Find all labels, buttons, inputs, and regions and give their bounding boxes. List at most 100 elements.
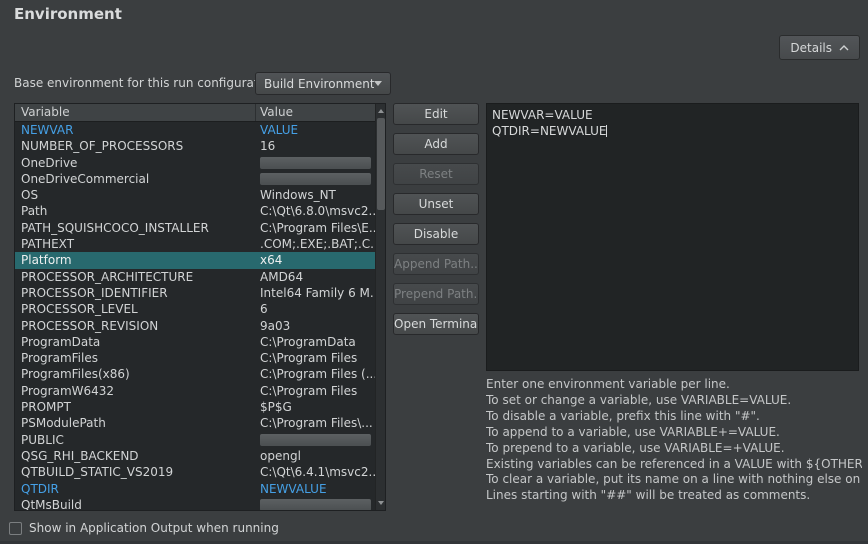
value-cell: C:\Program Files\... <box>256 415 375 431</box>
value-cell <box>256 432 375 448</box>
variable-cell: QTBUILD_STATIC_VS2019 <box>15 464 256 480</box>
table-row[interactable]: ProgramW6432C:\Program Files <box>15 383 375 399</box>
table-header: Variable Value <box>15 104 385 122</box>
variable-cell: PROCESSOR_LEVEL <box>15 301 256 317</box>
details-label: Details <box>790 41 832 55</box>
show-in-output-checkbox[interactable] <box>9 522 22 535</box>
value-cell: C:\Qt\6.4.1\msvc2... <box>256 464 375 480</box>
base-environment-select[interactable]: Build Environment <box>255 72 391 95</box>
variable-cell: QTDIR <box>15 481 256 497</box>
variable-cell: QtMsBuild <box>15 497 256 510</box>
editor-line: NEWVAR=VALUE <box>492 107 853 123</box>
unset-button[interactable]: Unset <box>393 193 479 215</box>
value-cell: C:\Program Files (... <box>256 366 375 382</box>
table-row[interactable]: NEWVARVALUE <box>15 122 375 138</box>
variable-cell: Platform <box>15 252 256 268</box>
help-line: To clear a variable, put its name on a l… <box>486 472 862 488</box>
disable-button[interactable]: Disable <box>393 223 479 245</box>
value-cell <box>256 155 375 171</box>
page-title: Environment <box>14 5 122 23</box>
empty-value-bar <box>260 499 371 510</box>
base-environment-label: Base environment for this run configurat… <box>14 72 281 95</box>
empty-value-bar <box>260 173 371 185</box>
table-row[interactable]: NUMBER_OF_PROCESSORS16 <box>15 138 375 154</box>
edit-button[interactable]: Edit <box>393 103 479 125</box>
variable-cell: ProgramFiles(x86) <box>15 366 256 382</box>
show-in-output-label: Show in Application Output when running <box>29 521 279 535</box>
variable-cell: PROCESSOR_ARCHITECTURE <box>15 269 256 285</box>
editor-line: QTDIR=NEWVALUE <box>492 123 853 139</box>
scroll-down-button[interactable] <box>376 497 385 509</box>
table-row[interactable]: PUBLIC <box>15 432 375 448</box>
env-variable-table: Variable Value NEWVARVALUENUMBER_OF_PROC… <box>14 103 386 511</box>
scrollbar-thumb[interactable] <box>377 118 385 210</box>
variable-cell: QSG_RHI_BACKEND <box>15 448 256 464</box>
table-row[interactable]: PathC:\Qt\6.8.0\msvc2... <box>15 203 375 219</box>
triangle-up-icon <box>378 109 384 113</box>
value-cell: C:\Program Files\E... <box>256 220 375 236</box>
table-row[interactable]: PROMPT$P$G <box>15 399 375 415</box>
open-terminal-button[interactable]: Open Terminal <box>393 313 479 335</box>
table-row[interactable]: ProgramFilesC:\Program Files <box>15 350 375 366</box>
value-cell: .COM;.EXE;.BAT;.C... <box>256 236 375 252</box>
value-cell: $P$G <box>256 399 375 415</box>
table-row[interactable]: OneDriveCommercial <box>15 171 375 187</box>
table-row[interactable]: PROCESSOR_IDENTIFIERIntel64 Family 6 M..… <box>15 285 375 301</box>
variable-cell: PATH_SQUISHCOCO_INSTALLER <box>15 220 256 236</box>
variable-cell: NEWVAR <box>15 122 256 138</box>
table-row[interactable]: ProgramFiles(x86)C:\Program Files (... <box>15 366 375 382</box>
table-row[interactable]: QTDIRNEWVALUE <box>15 481 375 497</box>
table-row[interactable]: QSG_RHI_BACKENDopengl <box>15 448 375 464</box>
table-row[interactable]: QTBUILD_STATIC_VS2019C:\Qt\6.4.1\msvc2..… <box>15 464 375 480</box>
chevron-up-icon <box>839 45 849 51</box>
table-scrollbar[interactable] <box>375 104 385 510</box>
action-buttons: EditAddResetUnsetDisableAppend Path...Pr… <box>393 103 479 335</box>
column-header-value[interactable]: Value <box>256 104 385 121</box>
value-cell: Intel64 Family 6 M... <box>256 285 375 301</box>
value-cell: opengl <box>256 448 375 464</box>
details-button[interactable]: Details <box>779 35 860 60</box>
column-header-variable[interactable]: Variable <box>15 104 256 121</box>
variable-cell: ProgramW6432 <box>15 383 256 399</box>
value-cell: x64 <box>256 252 375 268</box>
variable-cell: PATHEXT <box>15 236 256 252</box>
value-cell: AMD64 <box>256 269 375 285</box>
batch-editor[interactable]: NEWVAR=VALUEQTDIR=NEWVALUE <box>486 103 859 371</box>
help-line: To set or change a variable, use VARIABL… <box>486 393 862 409</box>
append-path-button: Append Path... <box>393 253 479 275</box>
value-cell <box>256 171 375 187</box>
table-row[interactable]: PATHEXT.COM;.EXE;.BAT;.C... <box>15 236 375 252</box>
table-row[interactable]: Platformx64 <box>15 252 375 268</box>
table-row[interactable]: PATH_SQUISHCOCO_INSTALLERC:\Program File… <box>15 220 375 236</box>
value-cell: C:\Program Files <box>256 350 375 366</box>
table-row[interactable]: OSWindows_NT <box>15 187 375 203</box>
variable-cell: Path <box>15 203 256 219</box>
help-line: Lines starting with "##" will be treated… <box>486 488 862 504</box>
base-environment-value: Build Environment <box>264 77 374 91</box>
table-row[interactable]: PSModulePathC:\Program Files\... <box>15 415 375 431</box>
help-line: Enter one environment variable per line. <box>486 377 862 393</box>
add-button[interactable]: Add <box>393 133 479 155</box>
help-text: Enter one environment variable per line.… <box>486 377 862 504</box>
value-cell: 6 <box>256 301 375 317</box>
help-line: To append to a variable, use VARIABLE+=V… <box>486 425 862 441</box>
prepend-path-button: Prepend Path... <box>393 283 479 305</box>
variable-cell: PSModulePath <box>15 415 256 431</box>
dropdown-arrow-icon <box>374 81 382 86</box>
help-line: To prepend to a variable, use VARIABLE=+… <box>486 441 862 457</box>
value-cell: VALUE <box>256 122 375 138</box>
variable-cell: PUBLIC <box>15 432 256 448</box>
table-row[interactable]: PROCESSOR_ARCHITECTUREAMD64 <box>15 269 375 285</box>
table-row[interactable]: QtMsBuild <box>15 497 375 510</box>
scroll-up-button[interactable] <box>376 105 385 117</box>
variable-cell: OS <box>15 187 256 203</box>
table-row[interactable]: PROCESSOR_LEVEL6 <box>15 301 375 317</box>
variable-cell: OneDriveCommercial <box>15 171 256 187</box>
value-cell: Windows_NT <box>256 187 375 203</box>
help-line: To disable a variable, prefix this line … <box>486 409 862 425</box>
variable-cell: PROCESSOR_IDENTIFIER <box>15 285 256 301</box>
table-row[interactable]: PROCESSOR_REVISION9a03 <box>15 318 375 334</box>
table-row[interactable]: OneDrive <box>15 155 375 171</box>
table-row[interactable]: ProgramDataC:\ProgramData <box>15 334 375 350</box>
footer: Show in Application Output when running <box>9 521 279 535</box>
